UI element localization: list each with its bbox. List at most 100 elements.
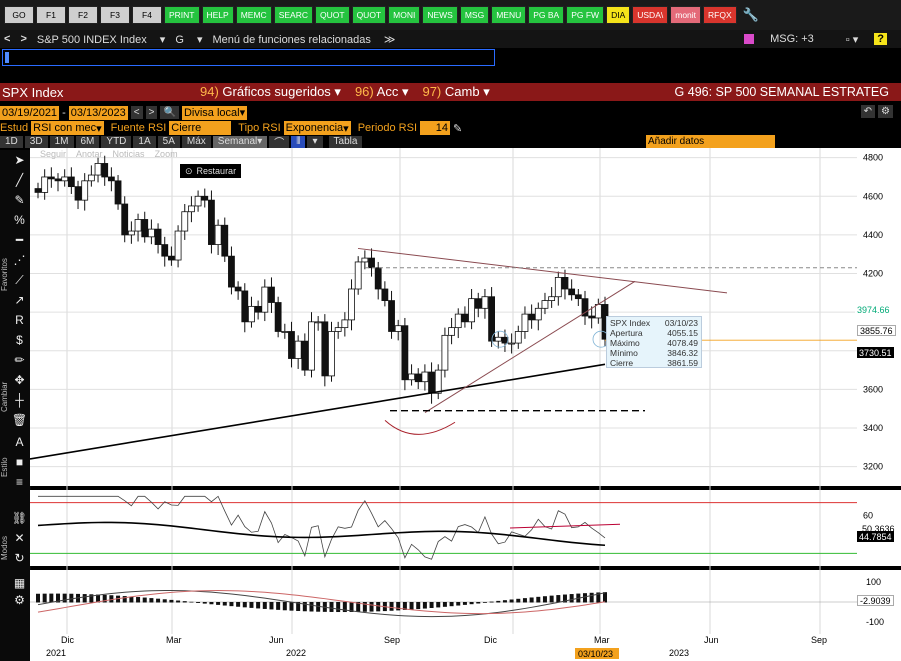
dollar-icon[interactable]: $ [11, 332, 28, 348]
wrench-icon[interactable]: 🔧 [739, 6, 763, 24]
candle-body [268, 286, 275, 303]
rsi-type-select[interactable]: Exponencia ▾ [283, 121, 351, 135]
period-ytd[interactable]: YTD [101, 135, 132, 148]
fkey-4[interactable]: F4 [132, 6, 162, 24]
restore-button[interactable]: ⊙ Restaurar [180, 164, 242, 178]
table-button[interactable]: Tabla [328, 135, 363, 148]
period-5a[interactable]: 5A [157, 135, 180, 148]
rsi-trendline [509, 523, 621, 529]
annotate-tool[interactable]: Anotar [76, 149, 103, 159]
fkey-1[interactable]: F1 [36, 6, 66, 24]
settings-gear-icon[interactable]: ⚙ [878, 105, 893, 118]
pointer-icon[interactable]: ➤ [11, 152, 28, 168]
frequency-select[interactable]: Semanal ▾ [212, 135, 268, 148]
undo-button[interactable]: ↶ [860, 105, 876, 118]
command-line-input[interactable] [2, 49, 495, 66]
start-date-input[interactable]: 03/19/2021 [0, 105, 60, 120]
horizontal-line-icon[interactable]: ━ [11, 232, 28, 248]
security-selector[interactable]: S&P 500 INDEX Index ▾ [37, 33, 165, 46]
fkey-11[interactable]: MONI [388, 6, 421, 24]
fkey-20[interactable]: RFQX [703, 6, 737, 24]
fkey-2[interactable]: F2 [68, 6, 98, 24]
fkey-16[interactable]: PG FW [566, 6, 605, 24]
rsi-period-input[interactable]: 14 [420, 121, 451, 135]
date-separator: - [62, 106, 66, 119]
help-button[interactable]: ? [874, 33, 887, 45]
link-icon[interactable]: ⛓ [11, 510, 28, 526]
period-1m[interactable]: 1M [49, 135, 74, 148]
line-chart-icon[interactable]: ⌒ [269, 135, 290, 149]
period-1a[interactable]: 1A [133, 135, 156, 148]
candle-body [174, 230, 182, 261]
fib-percent-icon[interactable]: % [11, 212, 28, 228]
gear-icon[interactable]: ⚙ [11, 592, 28, 608]
message-count[interactable]: MSG: +3 [770, 33, 814, 45]
related-functions-menu[interactable]: Menú de funciones relacionadas ≫ [212, 33, 395, 46]
fkey-13[interactable]: MSG [459, 6, 490, 24]
fkey-18[interactable]: USDA\ [632, 6, 669, 24]
chart-mode-icon[interactable]: ▦ [11, 575, 28, 591]
ruler-r-icon[interactable]: R [11, 312, 28, 328]
forward-button[interactable]: > [20, 33, 26, 45]
move-icon[interactable]: ✥ [11, 372, 28, 388]
ray-icon[interactable]: ↗ [11, 292, 28, 308]
fkey-7[interactable]: MEMC [235, 6, 272, 24]
fkey-15[interactable]: PG BA [528, 6, 565, 24]
pencil-icon[interactable]: ✏ [11, 352, 28, 368]
zoom-out-button[interactable]: 🔍 [160, 106, 179, 119]
text-icon[interactable]: A [11, 434, 28, 450]
fkey-19[interactable]: monit [670, 6, 702, 24]
moving-average-line [30, 363, 606, 460]
fkey-6[interactable]: HELP [201, 6, 234, 24]
macd-histogram-bar [436, 602, 441, 608]
channel-icon[interactable]: ⋰ [11, 252, 28, 268]
suggested-charts-button[interactable]: 94) Gráficos sugeridos ▾ [200, 84, 341, 100]
fan-icon[interactable]: ⟋ [11, 272, 28, 288]
eraser-icon[interactable]: ✕ [11, 530, 28, 546]
rsi-source-select[interactable]: Cierre [169, 121, 232, 135]
trash-icon[interactable]: 🗑 [11, 412, 28, 428]
g-menu[interactable]: G ▾ [175, 33, 202, 46]
actions-button[interactable]: 96) Acc ▾ [355, 84, 409, 100]
fkey-9[interactable]: QUOT [315, 6, 350, 24]
fkey-0[interactable]: GO [4, 6, 34, 24]
currency-select[interactable]: Divisa local ▾ [181, 105, 248, 120]
fkey-5[interactable]: PRINT [164, 6, 200, 24]
follow-tool[interactable]: Seguir [40, 149, 66, 159]
candle-body [121, 203, 129, 236]
crosshair-icon[interactable]: ┼ [11, 392, 28, 408]
back-button[interactable]: < [4, 33, 10, 45]
period-6m[interactable]: 6M [75, 135, 100, 148]
next-period-button[interactable]: > [145, 106, 158, 119]
color-swatch-icon[interactable]: ■ [11, 454, 28, 470]
zoom-tool[interactable]: Zoom [155, 149, 178, 159]
fkey-17[interactable]: DIA [606, 6, 631, 24]
x-month-label: Dic [61, 635, 74, 645]
brush-icon[interactable]: ✎ [11, 192, 28, 208]
candle-chart-icon[interactable]: ⫴ [291, 135, 306, 148]
macd-histogram-bar [109, 595, 114, 603]
prev-period-button[interactable]: < [130, 106, 143, 119]
period-3d[interactable]: 3D [24, 135, 48, 148]
chart-canvas[interactable]: 4800 4600 4400 4200 3600 3400 3200 60 100 -100 Dic… [30, 148, 901, 661]
fkey-3[interactable]: F3 [100, 6, 130, 24]
change-button[interactable]: 97) Camb ▾ [422, 84, 489, 100]
pen-icon[interactable]: ✎ [453, 122, 462, 135]
period-max[interactable]: Máx [181, 135, 211, 148]
fkey-12[interactable]: NEWS [422, 6, 458, 24]
study-select[interactable]: RSI con mec ▾ [31, 121, 104, 135]
period-1d[interactable]: 1D [0, 135, 23, 148]
refresh-c-icon[interactable]: ↻ [11, 550, 28, 566]
fkey-14[interactable]: MENU [491, 6, 527, 24]
fkey-10[interactable]: QUOT [351, 6, 387, 24]
news-tool[interactable]: Noticias [113, 149, 145, 159]
macd-histogram-bar [269, 602, 274, 610]
end-date-input[interactable]: 03/13/2023 [68, 105, 128, 120]
line-draw-icon[interactable]: ╱ [11, 172, 28, 188]
ticker-field[interactable]: SPX Index [0, 83, 200, 101]
add-data-button[interactable]: Añadir datos [646, 135, 775, 148]
chart-type-dropdown-icon[interactable]: ▾ [307, 135, 323, 148]
line-style-icon[interactable]: ≡ [11, 474, 28, 490]
window-controls[interactable]: ▫ ▾ [846, 33, 858, 46]
fkey-8[interactable]: SEARC [273, 6, 313, 24]
